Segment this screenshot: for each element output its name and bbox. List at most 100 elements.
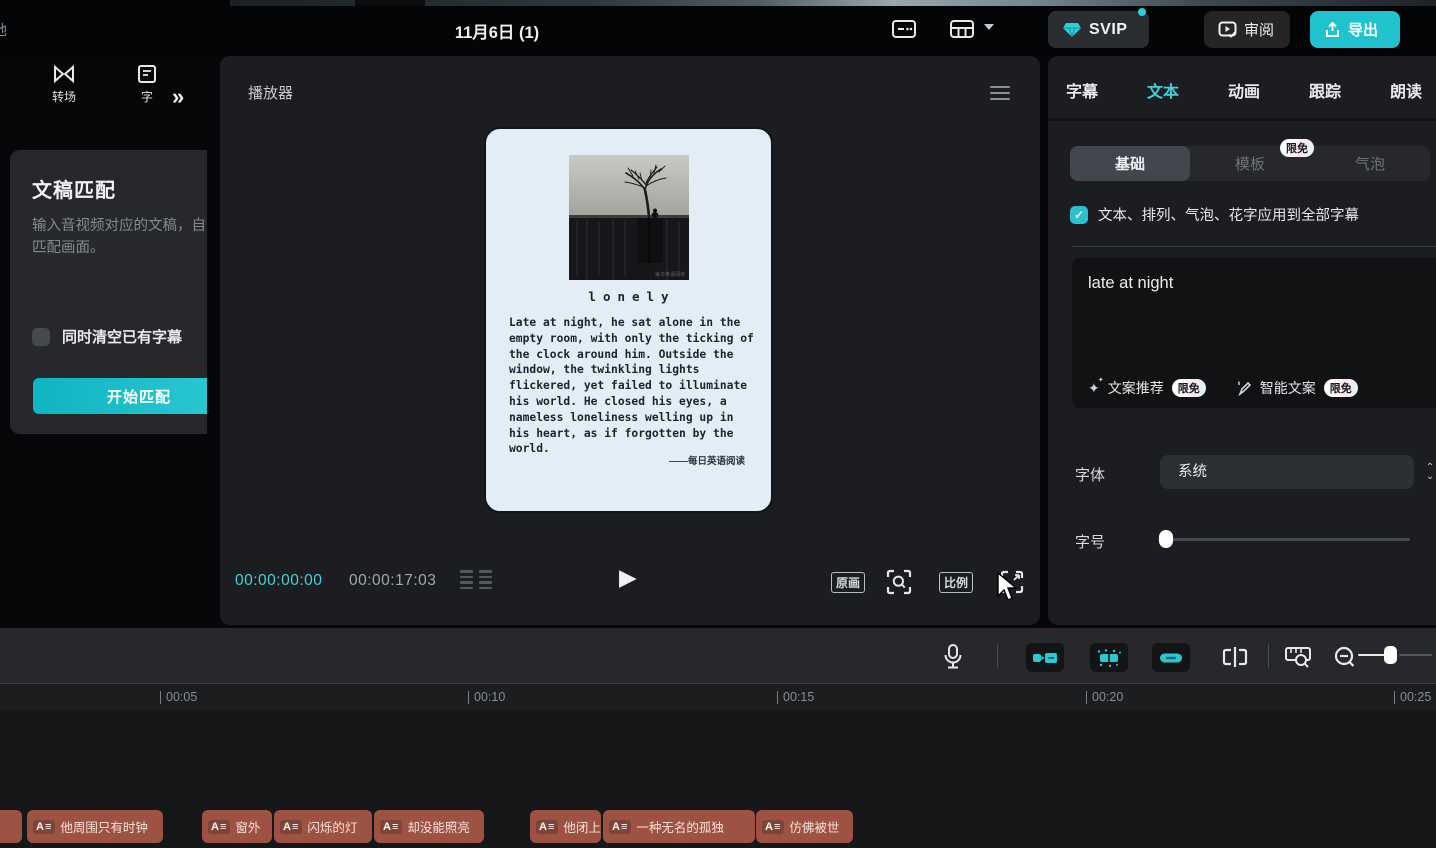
preview-attribution: ——每日英语阅读 <box>668 456 745 467</box>
review-label: 审阅 <box>1244 22 1275 39</box>
clear-subtitles-checkbox[interactable] <box>32 327 50 346</box>
subtitle-text-editor[interactable]: late at night ✦ 文案推荐 限免 智能文案 限免 <box>1072 258 1436 408</box>
main-track-magnet-toggle[interactable] <box>1026 643 1064 672</box>
export-button[interactable]: 导出 <box>1310 11 1400 48</box>
svip-label: SVIP <box>1089 20 1128 38</box>
copy-suggest-free-badge: 限免 <box>1171 379 1206 397</box>
link-preview-toggle[interactable] <box>1152 643 1190 672</box>
toolbar-separator <box>997 644 998 668</box>
tab-read-aloud[interactable]: 朗读 <box>1390 78 1422 102</box>
split-icon <box>1222 647 1248 667</box>
ai-tools-row: ✦ 文案推荐 限免 智能文案 限免 <box>1088 376 1358 398</box>
font-select[interactable]: 系统 <box>1160 455 1414 489</box>
font-size-label: 字号 <box>1075 534 1106 551</box>
subtitle-clip[interactable]: A≡ 却没能照亮 <box>374 810 484 843</box>
smart-copy-button[interactable]: 智能文案 <box>1260 378 1316 398</box>
clear-subtitles-label: 同时清空已有字幕 <box>62 329 183 346</box>
template-free-badge: 限免 <box>1280 139 1314 157</box>
magnifier-brackets-icon <box>886 569 912 595</box>
expand-panel-chevron[interactable]: » <box>172 84 184 110</box>
project-title: 11月6日 (1) <box>454 24 540 42</box>
review-icon <box>1218 21 1237 38</box>
diamond-icon <box>1063 22 1081 37</box>
layout-icon <box>950 20 974 38</box>
clear-subtitles-option[interactable]: 同时清空已有字幕 <box>32 326 182 347</box>
subtitle-clip-type-icon: A≡ <box>280 819 303 834</box>
subtab-bubble[interactable]: 气泡 <box>1310 146 1430 181</box>
subtitle-clip[interactable]: A≡ 仿佛被世 <box>756 810 853 843</box>
sidebar-item-text[interactable]: 字 <box>119 64 175 105</box>
lonely-tree-image: 每日英语阅读 <box>569 155 689 280</box>
subtitle-clip[interactable]: A≡ 窗外 <box>202 810 272 843</box>
tab-animation[interactable]: 动画 <box>1228 78 1260 102</box>
timeline-zoom-slider-track[interactable] <box>1358 654 1385 656</box>
transition-bowtie-icon <box>54 64 74 84</box>
subtitle-clip[interactable]: A≡ 一种无名的孤独 <box>603 810 755 843</box>
start-match-button[interactable]: 开始匹配 <box>33 378 207 414</box>
video-preview[interactable]: 每日英语阅读 lonely Late at night, he sat alon… <box>484 127 773 513</box>
preview-body-text: Late at night, he sat alone in the empty… <box>509 316 754 456</box>
snap-sparks-icon <box>1097 648 1121 667</box>
copy-suggest-button[interactable]: 文案推荐 <box>1108 378 1164 398</box>
timeline-zoom-slider-knob[interactable] <box>1384 646 1397 664</box>
apply-to-all-checkbox[interactable]: ✓ <box>1070 205 1088 224</box>
subtitle-clip[interactable]: 坐在 <box>0 810 22 843</box>
timeline-ruler[interactable]: 00:05 00:10 00:15 00:20 00:25 <box>0 683 1436 710</box>
sidebar-item-transitions[interactable]: 转场 <box>36 64 92 105</box>
font-spinner[interactable]: ⌃ ⌄ <box>1420 457 1436 487</box>
font-size-slider-track[interactable] <box>1158 538 1410 541</box>
tab-tracking[interactable]: 跟踪 <box>1309 78 1341 102</box>
subtitle-text-value[interactable]: late at night <box>1088 274 1173 293</box>
pen-sparkle-icon <box>1237 381 1251 396</box>
script-match-title: 文稿匹配 <box>32 180 116 202</box>
subtitle-clip[interactable]: A≡ 他周围只有时钟 <box>27 810 163 843</box>
microphone-icon <box>944 644 962 669</box>
left-media-column: 转场 字 » 文稿匹配 输入音视频对应的文稿，自动匹配画面。 同时清空已有字幕 … <box>0 56 207 628</box>
shortcut-keys-button[interactable] <box>888 16 920 42</box>
fit-timeline-button[interactable] <box>1283 642 1313 672</box>
apply-to-all-label: 文本、排列、气泡、花字应用到全部字幕 <box>1098 208 1359 224</box>
tabs-divider <box>1048 118 1436 121</box>
original-quality-button[interactable]: 原画 <box>831 572 866 593</box>
window-top-edge-notch <box>355 0 425 6</box>
total-duration: 00:00:17:03 <box>349 572 437 589</box>
magnet-snap-icon <box>1033 652 1057 663</box>
tab-subtitle[interactable]: 字幕 <box>1066 78 1098 102</box>
timeline-zoom-slider-rest[interactable] <box>1399 654 1432 656</box>
player-menu-icon[interactable] <box>990 86 1010 104</box>
toolbar-separator <box>1268 644 1269 668</box>
svip-button[interactable]: SVIP <box>1048 11 1149 48</box>
auto-snap-toggle[interactable] <box>1090 643 1128 672</box>
script-match-description: 输入音视频对应的文稿，自动匹配画面。 <box>32 218 207 256</box>
split-clip-button[interactable] <box>1220 643 1250 671</box>
player-panel: 播放器 每日英语阅读 lonely Late at night, he sat … <box>220 56 1040 625</box>
font-label: 字体 <box>1075 467 1106 484</box>
frame-view-icon[interactable] <box>460 570 492 589</box>
play-button[interactable]: ▶ <box>619 564 637 591</box>
record-voiceover-button[interactable] <box>938 642 968 672</box>
apply-to-all-option[interactable]: ✓ 文本、排列、气泡、花字应用到全部字幕 <box>1070 204 1359 225</box>
aspect-ratio-button[interactable]: 比例 <box>939 572 974 593</box>
mouse-cursor <box>997 572 1018 601</box>
zoom-out-button[interactable] <box>1331 643 1359 671</box>
subtitle-clip-type-icon: A≡ <box>33 819 56 834</box>
script-match-panel: 文稿匹配 输入音视频对应的文稿，自动匹配画面。 同时清空已有字幕 开始匹配 <box>10 150 207 434</box>
subtitle-clip[interactable]: A≡ 闪烁的灯 <box>274 810 372 843</box>
layout-switch-button[interactable] <box>946 16 978 42</box>
export-label: 导出 <box>1348 22 1379 39</box>
preview-heading: lonely <box>588 289 676 304</box>
subtitle-clip[interactable]: A≡ 他闭上 <box>530 810 601 843</box>
inspector-tabs: 字幕 文本 动画 跟踪 朗读 <box>1066 78 1422 102</box>
tab-text[interactable]: 文本 <box>1147 78 1179 102</box>
timeline-fit-icon <box>1285 647 1311 668</box>
preview-zoom-button[interactable] <box>885 568 913 596</box>
subtitle-clip-type-icon: A≡ <box>536 819 559 834</box>
font-size-slider-knob[interactable] <box>1159 530 1173 548</box>
subtab-basic[interactable]: 基础 <box>1070 146 1190 181</box>
timeline-track-area[interactable]: 坐在 A≡ 他周围只有时钟 A≡ 窗外 A≡ 闪烁的灯 A≡ 却没能照亮 A≡ … <box>0 710 1436 848</box>
layout-dropdown-caret[interactable] <box>984 24 994 30</box>
review-button[interactable]: 审阅 <box>1204 11 1290 48</box>
text-label: 字 <box>140 90 153 104</box>
inspector-panel: 字幕 文本 动画 跟踪 朗读 基础 模板 气泡 限免 ✓ 文本、排列、气泡、花字… <box>1048 56 1436 625</box>
app-window: 地 11月6日 (1) SVIP <box>0 0 1436 848</box>
